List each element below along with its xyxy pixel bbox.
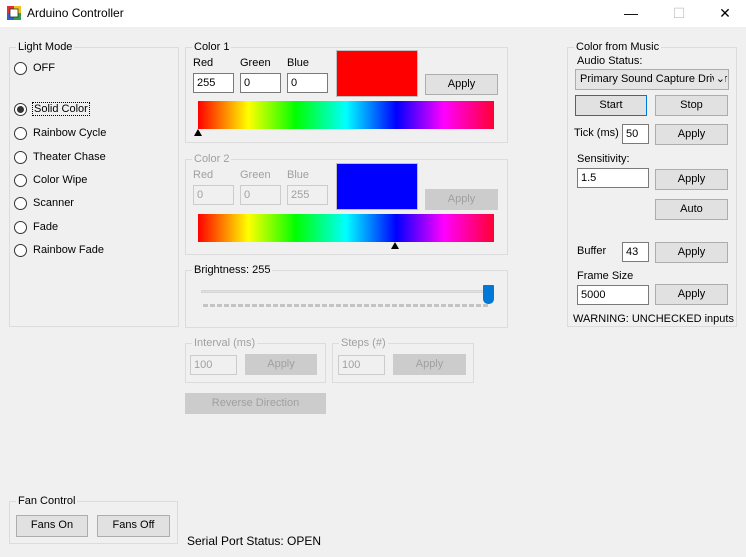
color1-apply-button[interactable]: Apply	[425, 74, 498, 95]
color2-red-label: Red	[193, 169, 214, 181]
steps-input[interactable]: 100	[338, 355, 385, 375]
radio-label: Solid Color	[32, 102, 90, 116]
color1-green-input[interactable]: 0	[240, 73, 281, 93]
radio-label: OFF	[33, 62, 55, 74]
radio-circle[interactable]	[14, 220, 27, 234]
color2-red-input[interactable]: 0	[193, 185, 234, 205]
radio-circle[interactable]	[14, 243, 27, 257]
color2-swatch	[336, 163, 418, 210]
color2-green-input[interactable]: 0	[240, 185, 281, 205]
frame-size-label: Frame Size	[577, 270, 634, 282]
radio-circle[interactable]	[14, 61, 27, 75]
title-bar: Arduino Controller — ☐ ✕	[0, 0, 746, 27]
tick-apply-button[interactable]: Apply	[655, 124, 728, 145]
color1-green-label: Green	[240, 57, 271, 69]
color1-blue-label: Blue	[287, 57, 310, 69]
app-icon	[7, 6, 21, 20]
fans-on-button[interactable]: Fans On	[16, 515, 88, 537]
start-button[interactable]: Start	[575, 95, 647, 116]
music-title: Color from Music	[574, 40, 662, 54]
color1-blue-input[interactable]: 0	[287, 73, 328, 93]
window-title: Arduino Controller	[27, 6, 124, 20]
light-mode-title: Light Mode	[16, 40, 75, 54]
fans-off-button[interactable]: Fans Off	[97, 515, 170, 537]
interval-input[interactable]: 100	[190, 355, 237, 375]
radio-off[interactable]: OFF	[14, 60, 55, 76]
steps-apply-button[interactable]: Apply	[393, 354, 466, 375]
reverse-direction-button[interactable]: Reverse Direction	[185, 393, 326, 414]
radio-label: Theater Chase	[33, 151, 106, 163]
color2-apply-button[interactable]: Apply	[425, 189, 498, 210]
close-icon: ✕	[719, 5, 731, 21]
brightness-slider-track[interactable]	[201, 290, 491, 293]
warning-text: WARNING: UNCHECKED inputs	[573, 313, 734, 325]
radio-theater-chase[interactable]: Theater Chase	[14, 149, 106, 165]
color2-green-label: Green	[240, 169, 271, 181]
interval-title: Interval (ms)	[192, 336, 258, 350]
auto-button[interactable]: Auto	[655, 199, 728, 220]
color2-spectrum-picker[interactable]	[198, 214, 494, 242]
color1-title: Color 1	[192, 40, 232, 54]
radio-label: Rainbow Cycle	[33, 127, 107, 139]
color2-blue-input[interactable]: 255	[287, 185, 328, 205]
fan-control-title: Fan Control	[16, 494, 78, 508]
tick-label: Tick (ms)	[574, 127, 619, 139]
radio-label: Rainbow Fade	[33, 244, 104, 256]
stop-button[interactable]: Stop	[655, 95, 728, 116]
radio-circle[interactable]	[14, 150, 27, 164]
color1-red-label: Red	[193, 57, 214, 69]
steps-title: Steps (#)	[339, 336, 388, 350]
radio-rainbow-fade[interactable]: Rainbow Fade	[14, 242, 104, 258]
buffer-apply-button[interactable]: Apply	[655, 242, 728, 263]
color1-spectrum-marker-icon[interactable]	[194, 129, 202, 136]
radio-label: Color Wipe	[33, 174, 88, 186]
radio-circle[interactable]	[14, 196, 27, 210]
color2-blue-label: Blue	[287, 169, 310, 181]
color2-title: Color 2	[192, 152, 232, 166]
audio-device-value: Primary Sound Capture Driver	[580, 73, 728, 85]
maximize-icon: ☐	[672, 5, 686, 21]
radio-circle[interactable]	[14, 102, 27, 116]
buffer-input[interactable]: 43	[622, 242, 649, 262]
radio-circle[interactable]	[14, 126, 27, 140]
radio-label: Fade	[33, 221, 59, 233]
buffer-label: Buffer	[577, 245, 607, 257]
sensitivity-input[interactable]: 1.5	[577, 168, 649, 188]
minimize-icon: —	[624, 5, 638, 21]
maximize-button[interactable]: ☐	[656, 0, 702, 27]
audio-device-select[interactable]: Primary Sound Capture Driver ⌄	[575, 69, 729, 90]
frame-size-apply-button[interactable]: Apply	[655, 284, 728, 305]
radio-scanner[interactable]: Scanner	[14, 195, 74, 211]
close-button[interactable]: ✕	[702, 0, 746, 27]
minimize-button[interactable]: —	[608, 0, 654, 27]
radio-label: Scanner	[33, 197, 74, 209]
color1-spectrum-picker[interactable]	[198, 101, 494, 129]
radio-solid-color[interactable]: Solid Color	[14, 101, 90, 117]
radio-color-wipe[interactable]: Color Wipe	[14, 172, 87, 188]
color1-red-input[interactable]: 255	[193, 73, 234, 93]
tick-input[interactable]: 50	[622, 124, 649, 144]
brightness-label: Brightness: 255	[192, 263, 273, 277]
brightness-slider-thumb[interactable]	[483, 285, 494, 304]
frame-size-input[interactable]: 5000	[577, 285, 649, 305]
color1-swatch	[336, 50, 418, 97]
sensitivity-apply-button[interactable]: Apply	[655, 169, 728, 190]
radio-circle[interactable]	[14, 173, 27, 187]
radio-fade[interactable]: Fade	[14, 219, 58, 235]
audio-status-label: Audio Status:	[577, 55, 643, 67]
color2-spectrum-marker-icon[interactable]	[391, 242, 399, 249]
radio-rainbow-cycle[interactable]: Rainbow Cycle	[14, 125, 106, 141]
chevron-down-icon: ⌄	[713, 70, 725, 89]
brightness-slider-ticks	[203, 304, 489, 307]
serial-port-status: Serial Port Status: OPEN	[187, 534, 322, 548]
interval-apply-button[interactable]: Apply	[245, 354, 317, 375]
sensitivity-label: Sensitivity:	[577, 153, 630, 165]
brightness-group: Brightness: 255	[185, 263, 508, 328]
